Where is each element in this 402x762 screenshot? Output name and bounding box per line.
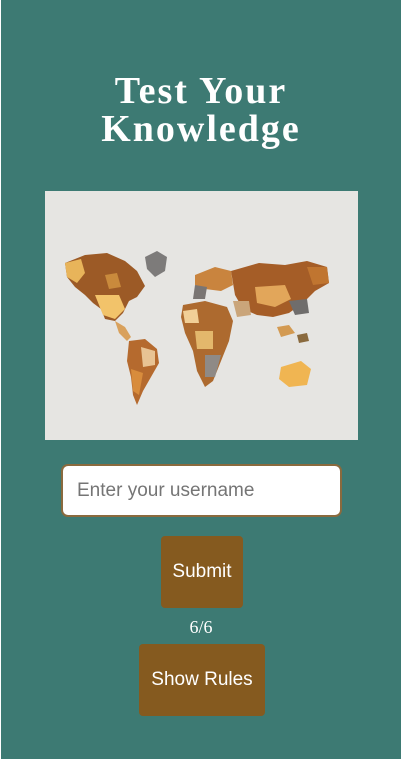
username-input[interactable] <box>61 464 342 517</box>
world-map-illustration <box>45 191 358 440</box>
world-map-image <box>45 191 358 440</box>
title-line-1: Test Your <box>114 70 288 112</box>
app-screen: Test Your Knowledge Enter your username … <box>1 0 401 759</box>
score-display: 6/6 <box>189 617 213 637</box>
title-line-2: Knowledge <box>101 108 301 150</box>
show-rules-button[interactable]: Show Rules <box>139 644 265 716</box>
page-title: Test Your Knowledge <box>1 72 401 148</box>
submit-button[interactable]: Submit <box>161 536 243 608</box>
